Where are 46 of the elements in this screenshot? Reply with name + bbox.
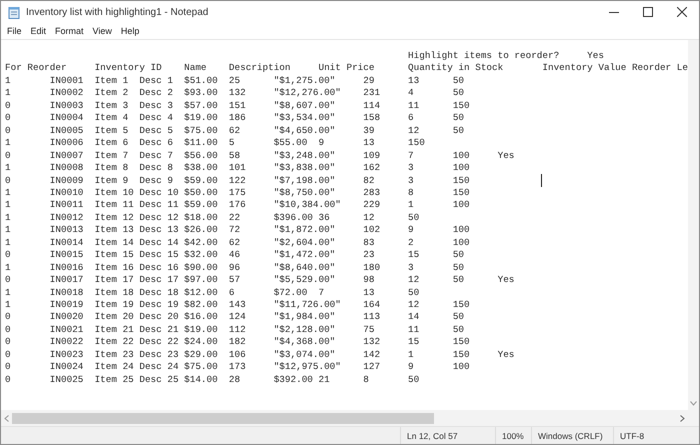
- text-line: 1 IN0018 Item 18 Desc 18 $12.00 6 $72.00 7 13 50: [5, 286, 420, 300]
- text-line: 0 IN0009 Item 9 Desc 9 $59.00 122 "$7,198.00" 82 3 150: [5, 174, 470, 187]
- text-line: 0 IN0022 Item 22 Desc 22 $24.00 182 "$4,368.00" 132 15 150: [5, 336, 470, 349]
- text-line: 0 IN0017 Item 17 Desc 17 $97.00 57 "$5,529.00" 98 12 50 Yes: [5, 274, 514, 287]
- text-line: 1 IN0002 Item 2 Desc 2 $93.00 132 "$12,276.00" 231 4 50: [5, 87, 464, 100]
- text-cursor: [541, 174, 542, 187]
- scroll-right-icon[interactable]: [680, 414, 685, 422]
- window-title: Inventory list with highlighting1 - Notepad: [26, 6, 210, 18]
- text-line: 1 IN0011 Item 11 Desc 11 $59.00 176 "$10,384.00" 229 1 100: [5, 199, 470, 212]
- text-line: Highlight items to reorder? Yes: [407, 50, 604, 62]
- text-line: 0 IN0023 Item 23 Desc 23 $29.00 106 "$3,074.00" 142 1 150 Yes: [5, 348, 514, 362]
- menu-item[interactable]: Help: [116, 23, 144, 38]
- notepad-icon: [8, 6, 20, 18]
- text-line: 1 IN0010 Item 10 Desc 10 $50.00 175 "$8,750.00" 283 8 150: [5, 186, 470, 200]
- text-line: 0 IN0005 Item 5 Desc 5 $75.00 62 "$4,650.00" 39 12 50: [5, 124, 464, 138]
- menu-item[interactable]: Edit: [26, 23, 50, 38]
- text-line: 0 IN0015 Item 15 Desc 15 $32.00 46 "$1,472.00" 23 15 50: [5, 249, 464, 262]
- text-line: 0 IN0003 Item 3 Desc 3 $57.00 151 "$8,607.00" 114 11 150: [5, 100, 470, 112]
- scrollbar-thumb[interactable]: [12, 412, 434, 424]
- encoding: UTF-8: [613, 427, 699, 444]
- text-line: 1 IN0008 Item 8 Desc 8 $38.00 101 "$3,838.00" 162 3 100: [5, 162, 470, 174]
- text-line: For Reorder Inventory ID Name Description Unit Price Quantity in Stock Inventory Value Reorder Le: [5, 62, 688, 75]
- zoom-level: 100%: [495, 427, 531, 444]
- menu-item[interactable]: Format: [51, 23, 88, 38]
- text-line: 0 IN0004 Item 4 Desc 4 $19.00 186 "$3,534.00" 158 6 50: [5, 112, 464, 125]
- close-icon: [677, 7, 687, 17]
- text-line: 1 IN0019 Item 19 Desc 19 $82.00 143 "$11,726.00" 164 12 150: [5, 299, 470, 312]
- text-line: 1 IN0016 Item 16 Desc 16 $90.00 96 "$8,640.00" 180 3 50: [5, 262, 464, 274]
- text-line: 1 IN0012 Item 12 Desc 12 $18.00 22 $396.00 36 12 50: [5, 212, 420, 224]
- menu-item[interactable]: View: [88, 23, 116, 38]
- text-line: 1 IN0006 Item 6 Desc 6 $11.00 5 $55.00 9 13 150: [5, 137, 425, 150]
- line-ending: Windows (CRLF): [531, 427, 613, 444]
- menu-item[interactable]: File: [3, 23, 26, 38]
- cursor-position: Ln 12, Col 57: [400, 427, 495, 444]
- text-line: 1 IN0013 Item 13 Desc 13 $26.00 72 "$1,872.00" 102 9 100: [5, 224, 470, 237]
- scroll-down-icon[interactable]: [690, 401, 697, 406]
- text-line: 0 IN0020 Item 20 Desc 20 $16.00 124 "$1,984.00" 113 14 50: [5, 311, 464, 324]
- text-line: 0 IN0025 Item 25 Desc 25 $14.00 28 $392.00 21 8 50: [5, 374, 420, 386]
- text-line: 1 IN0014 Item 14 Desc 14 $42.00 62 "$2,604.00" 83 2 100: [5, 236, 470, 250]
- scroll-left-icon[interactable]: [4, 414, 9, 422]
- maximize-icon: [643, 7, 653, 17]
- text-line: 0 IN0021 Item 21 Desc 21 $19.00 112 "$2,128.00" 75 11 50: [5, 324, 464, 336]
- vertical-scrollbar[interactable]: [688, 40, 699, 410]
- text-line: 0 IN0024 Item 24 Desc 24 $75.00 173 "$12,975.00" 127 9 100: [5, 361, 470, 374]
- text-line: 1 IN0001 Item 1 Desc 1 $51.00 25 "$1,275.00" 29 13 50: [5, 74, 464, 88]
- text-line: 0 IN0007 Item 7 Desc 7 $56.00 58 "$3,248.00" 109 7 100 Yes: [5, 150, 514, 162]
